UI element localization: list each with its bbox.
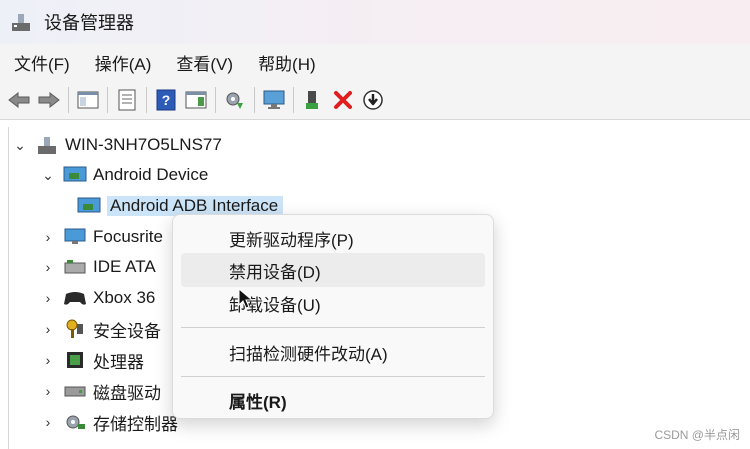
- scan-hardware-button[interactable]: [259, 85, 289, 115]
- properties-icon: [118, 89, 136, 110]
- tree-item-focusrite[interactable]: › Focusrite: [39, 222, 163, 252]
- disable-device-icon: [363, 89, 383, 110]
- svg-text:?: ?: [162, 92, 171, 108]
- properties-button[interactable]: [112, 85, 142, 115]
- menu-help[interactable]: 帮助(H): [250, 46, 324, 79]
- tree-root[interactable]: ⌄ WIN-3NH7O5LNS77: [11, 130, 222, 160]
- context-menu: 更新驱动程序(P) 禁用设备(D) 卸载设备(U) 扫描检测硬件改动(A) 属性…: [172, 214, 494, 419]
- enable-device-icon: [306, 90, 318, 109]
- forward-button[interactable]: [34, 85, 64, 115]
- menu-properties[interactable]: 属性(R): [181, 383, 485, 417]
- chevron-down-icon[interactable]: ⌄: [39, 167, 57, 184]
- tree-item-xbox[interactable]: › Xbox 36: [39, 283, 156, 313]
- gamepad-icon: [63, 287, 87, 309]
- tree-item-label: Xbox 36: [93, 288, 156, 307]
- back-button[interactable]: [4, 85, 34, 115]
- enable-device-button[interactable]: [298, 85, 328, 115]
- tree-item-label: 安全设备: [93, 321, 161, 341]
- toolbar-separator: [146, 86, 147, 113]
- adb-interface-icon: [77, 195, 101, 217]
- chevron-right-icon[interactable]: ›: [39, 259, 57, 275]
- menu-scan-hardware-changes[interactable]: 扫描检测硬件改动(A): [181, 335, 485, 369]
- tree-item-label: IDE ATA: [93, 257, 156, 276]
- chevron-right-icon[interactable]: ›: [39, 383, 57, 399]
- uninstall-x-icon: [334, 90, 352, 109]
- menu-bar: 文件(F) 操作(A) 查看(V) 帮助(H): [0, 44, 750, 80]
- storage-controller-icon: [63, 411, 87, 433]
- device-manager-icon: [12, 14, 30, 31]
- tree-item-label: 处理器: [93, 352, 144, 372]
- update-driver-button[interactable]: [220, 85, 250, 115]
- security-key-icon: [63, 318, 87, 340]
- update-driver-icon: [226, 92, 243, 109]
- tree-item-label: 磁盘驱动: [93, 383, 161, 403]
- back-arrow-icon: [8, 91, 30, 108]
- mouse-cursor-icon: [238, 288, 254, 309]
- menu-file[interactable]: 文件(F): [6, 46, 78, 79]
- toolbar-separator: [293, 86, 294, 113]
- tree-item-security-devices[interactable]: › 安全设备: [39, 314, 161, 344]
- chevron-right-icon[interactable]: ›: [39, 321, 57, 337]
- show-hide-console-tree-button[interactable]: [73, 85, 103, 115]
- tree-item-ide-ata[interactable]: › IDE ATA: [39, 252, 156, 282]
- tree-item-storage-controllers[interactable]: › 存储控制器: [39, 407, 178, 437]
- chevron-right-icon[interactable]: ›: [39, 414, 57, 430]
- toolbar-separator: [68, 86, 69, 113]
- disk-drive-icon: [63, 380, 87, 402]
- action-pane-icon: [185, 91, 207, 108]
- tree-root-label: WIN-3NH7O5LNS77: [65, 135, 222, 154]
- tree-item-label: Android Device: [93, 165, 209, 184]
- android-device-icon: [63, 164, 87, 186]
- help-button[interactable]: ?: [151, 85, 181, 115]
- tree-item-label: 存储控制器: [93, 414, 178, 434]
- tree-item-android-device[interactable]: ⌄ Android Device: [39, 160, 208, 190]
- menu-uninstall-device[interactable]: 卸载设备(U): [181, 286, 485, 320]
- chevron-right-icon[interactable]: ›: [39, 290, 57, 306]
- menu-update-driver[interactable]: 更新驱动程序(P): [181, 221, 485, 255]
- window-title: 设备管理器: [44, 13, 134, 33]
- context-menu-separator: [181, 327, 485, 328]
- computer-icon: [35, 134, 59, 156]
- context-menu-separator: [181, 376, 485, 377]
- monitor-icon: [63, 226, 87, 248]
- menu-view[interactable]: 查看(V): [168, 46, 241, 79]
- action-pane-button[interactable]: [181, 85, 211, 115]
- title-bar: 设备管理器: [0, 0, 750, 44]
- ide-controller-icon: [63, 256, 87, 278]
- tree-item-processors[interactable]: › 处理器: [39, 345, 144, 375]
- menu-disable-device[interactable]: 禁用设备(D): [181, 253, 485, 287]
- toolbar-separator: [215, 86, 216, 113]
- processor-icon: [63, 349, 87, 371]
- toolbar: ?: [0, 80, 750, 120]
- forward-arrow-icon: [38, 91, 60, 108]
- chevron-down-icon[interactable]: ⌄: [11, 137, 29, 154]
- tree-item-label: Focusrite: [93, 227, 163, 246]
- tree-item-disk-drives[interactable]: › 磁盘驱动: [39, 376, 161, 406]
- toolbar-separator: [107, 86, 108, 113]
- help-icon: ?: [156, 89, 176, 110]
- show-hide-console-tree-icon: [77, 91, 99, 108]
- chevron-right-icon[interactable]: ›: [39, 352, 57, 368]
- computer-monitor-icon: [263, 90, 285, 109]
- toolbar-separator: [254, 86, 255, 113]
- uninstall-button[interactable]: [328, 85, 358, 115]
- chevron-right-icon[interactable]: ›: [39, 229, 57, 245]
- disable-device-button[interactable]: [358, 85, 388, 115]
- menu-action[interactable]: 操作(A): [87, 46, 160, 79]
- watermark: CSDN @半点闲: [654, 428, 740, 442]
- tree-item-label: Android ADB Interface: [107, 196, 284, 216]
